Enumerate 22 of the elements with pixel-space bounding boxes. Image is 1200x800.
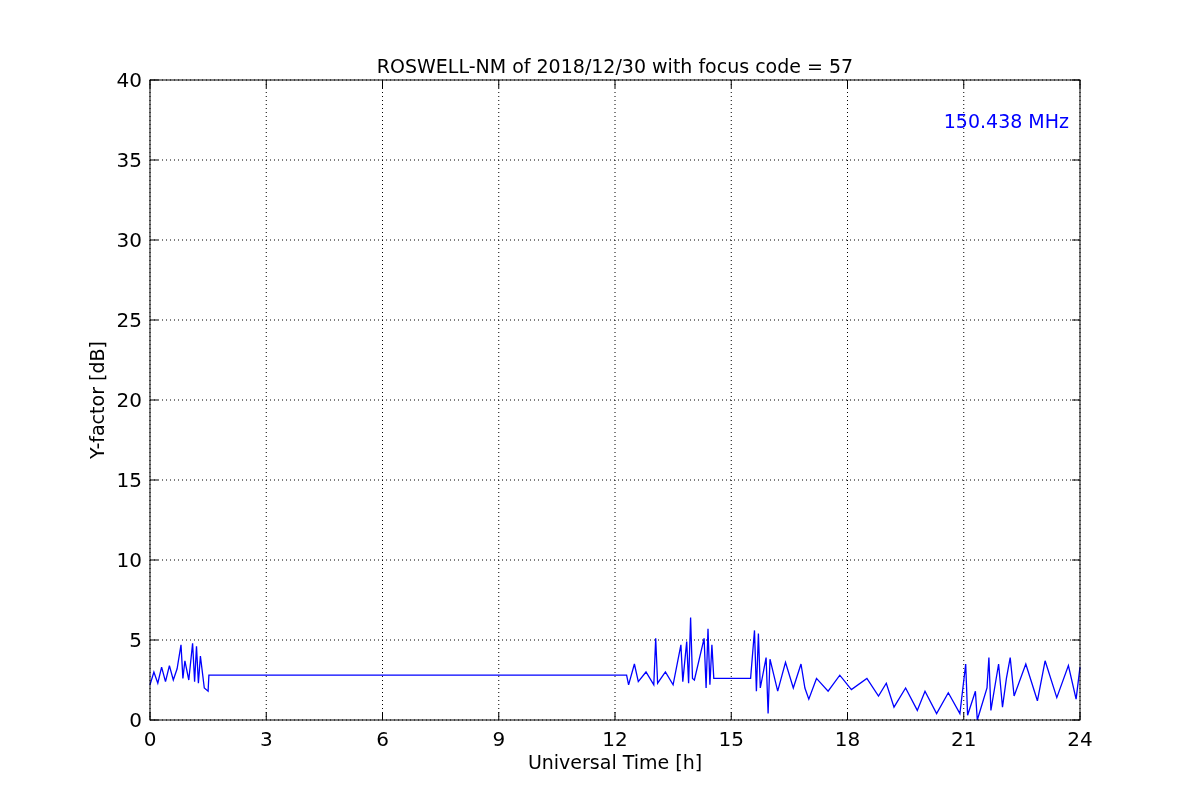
x-tick-label: 21 [951,727,977,751]
x-tick-label: 0 [143,727,157,751]
y-tick-label: 0 [129,708,142,732]
x-tick-label: 24 [1067,727,1093,751]
x-tick-label: 9 [492,727,506,751]
x-tick-label: 18 [834,727,861,751]
series-label: 150.438 MHz [943,110,1069,132]
y-tick-label: 20 [116,388,142,412]
x-tick-label: 15 [718,727,744,751]
y-tick-label: 15 [116,468,142,492]
y-tick-label: 5 [129,628,142,652]
y-tick-label: 25 [116,308,142,332]
y-axis-label: Y-factor [dB] [86,341,108,459]
x-tick-label: 6 [376,727,389,751]
x-axis-label: Universal Time [h] [527,751,703,773]
y-tick-label: 10 [116,548,142,572]
chart-title: ROSWELL-NM of 2018/12/30 with focus code = 57 [376,55,854,77]
x-tick-label: 3 [259,727,273,751]
x-tick-label: 12 [602,727,628,751]
y-tick-label: 35 [116,148,142,172]
y-tick-label: 40 [116,68,142,92]
y-tick-label: 30 [116,228,142,252]
